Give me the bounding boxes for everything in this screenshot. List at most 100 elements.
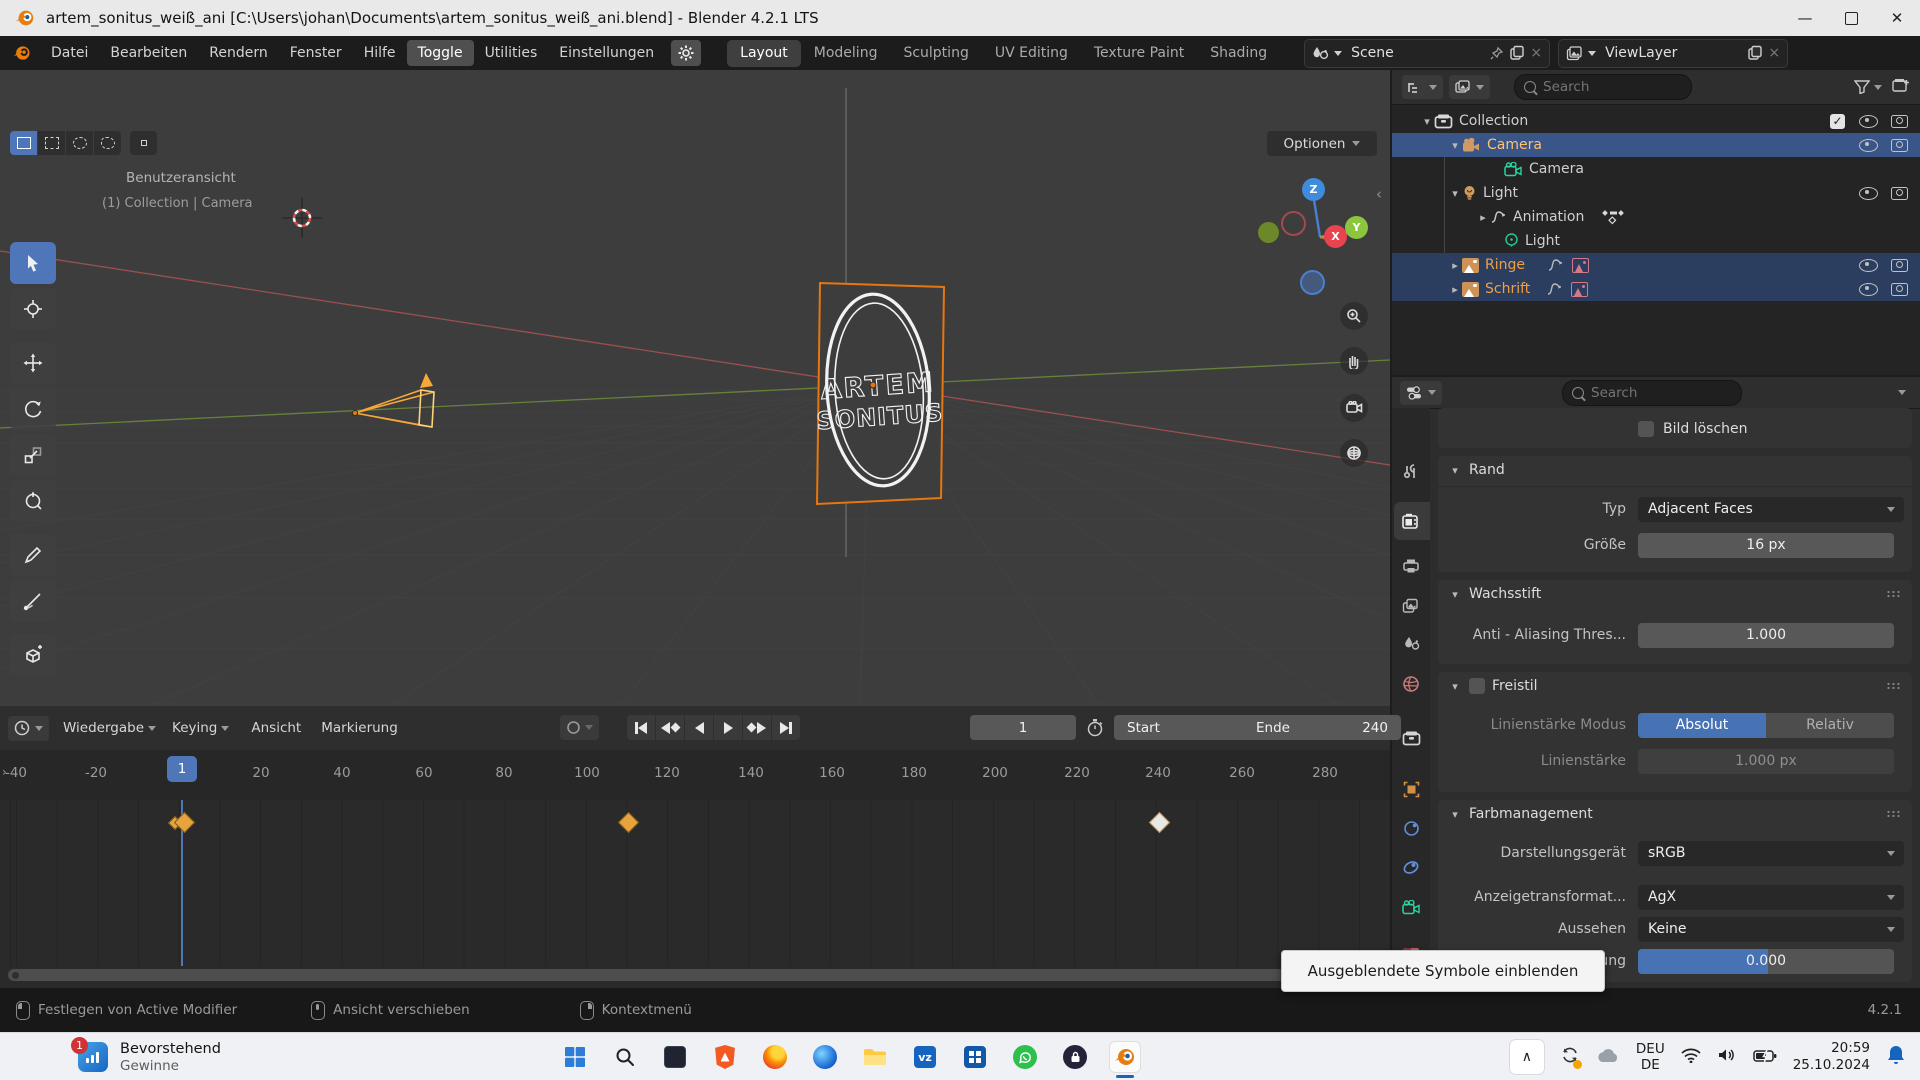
pin-icon[interactable] [1489, 46, 1504, 61]
volume-icon[interactable] [1717, 1047, 1737, 1067]
timeline-menu-wiedergabe[interactable]: Wiedergabe [63, 720, 156, 736]
play-reverse-button[interactable] [685, 715, 713, 740]
exposure-slider[interactable]: 0.000 [1638, 949, 1894, 974]
navigation-gizmo[interactable]: Z X Y [1240, 165, 1390, 315]
outliner-row-light-object[interactable]: ▾ Light [1392, 181, 1920, 205]
tab-scene[interactable] [1399, 631, 1423, 655]
tab-constraints[interactable] [1399, 855, 1423, 879]
clock-tray-item[interactable]: 20:59 25.10.2024 [1793, 1040, 1870, 1074]
menu-fenster[interactable]: Fenster [279, 40, 353, 66]
tab-render[interactable] [1399, 509, 1423, 533]
render-visibility-icon[interactable] [1891, 283, 1908, 296]
firefox-browser-icon[interactable] [760, 1042, 790, 1072]
outliner-filter-button[interactable] [1854, 80, 1882, 94]
outliner-filter-id-type[interactable] [1449, 75, 1490, 99]
outliner-display-mode[interactable] [1402, 75, 1443, 99]
hide-eye-icon[interactable] [1859, 139, 1878, 152]
timeline-ruler[interactable]: -40 -20 20 40 60 80 100 120 140 160 180 … [0, 750, 1390, 800]
aa-threshold-slider[interactable]: 1.000 [1638, 623, 1894, 648]
battery-icon[interactable] [1753, 1048, 1777, 1067]
workspace-tab-modeling[interactable]: Modeling [801, 40, 891, 67]
frame-end-field[interactable]: Ende240 [1243, 715, 1401, 740]
timeline-scrollbar[interactable] [8, 969, 1382, 981]
timeline-editor-selector[interactable] [8, 716, 49, 741]
outliner-row-light-data[interactable]: Light [1392, 229, 1920, 253]
scene-selector[interactable]: Scene × [1304, 39, 1550, 68]
display-device-dropdown[interactable]: sRGB [1638, 841, 1904, 866]
outliner-search-input[interactable]: Search [1514, 74, 1692, 100]
keyframe-marker[interactable] [174, 812, 195, 833]
tab-physics[interactable] [1399, 816, 1423, 840]
tab-object-data[interactable] [1399, 895, 1423, 919]
outliner-row-collection[interactable]: ▾ Collection ✓ [1392, 109, 1920, 133]
tab-output[interactable] [1399, 554, 1423, 578]
ortho-toggle-button[interactable] [1340, 439, 1368, 467]
select-extra-button[interactable] [130, 131, 157, 155]
maximize-button[interactable] [1828, 0, 1874, 36]
look-dropdown[interactable]: Keine [1638, 917, 1904, 942]
file-explorer-folder-icon[interactable] [860, 1042, 890, 1072]
menu-bearbeiten[interactable]: Bearbeiten [99, 40, 198, 66]
menu-datei[interactable]: Datei [40, 40, 99, 66]
hide-eye-icon[interactable] [1859, 187, 1878, 200]
outliner-row-camera-object[interactable]: ▾ Camera [1392, 133, 1920, 157]
outliner-row-camera-data[interactable]: Camera [1392, 157, 1920, 181]
addons-gear-button[interactable] [671, 40, 701, 66]
prev-keyframe-button[interactable] [656, 715, 684, 740]
tool-cursor[interactable] [10, 288, 56, 330]
whatsapp-icon[interactable] [1010, 1042, 1040, 1072]
timeline-menu-keying[interactable]: Keying [172, 720, 229, 736]
select-box-button[interactable] [38, 131, 65, 155]
start-button[interactable] [560, 1042, 590, 1072]
play-button[interactable] [714, 715, 742, 740]
gizmo-x-axis[interactable]: X [1324, 225, 1347, 248]
search-button[interactable] [610, 1042, 640, 1072]
tool-rotate[interactable] [10, 388, 56, 430]
tool-transform[interactable] [10, 480, 56, 522]
gizmo-z-axis[interactable]: Z [1302, 178, 1325, 201]
current-frame-field[interactable]: 1 [970, 715, 1076, 740]
absolut-button[interactable]: Absolut [1638, 713, 1766, 738]
lock-app-icon[interactable] [1060, 1042, 1090, 1072]
gizmo-minus-x-axis[interactable] [1281, 211, 1306, 236]
drag-grip-icon[interactable] [1886, 810, 1902, 818]
jump-to-start-button[interactable] [627, 715, 655, 740]
tab-view-layer[interactable] [1399, 594, 1423, 618]
camera-view-button[interactable] [1340, 394, 1368, 422]
file-explorer-dark-icon[interactable] [660, 1042, 690, 1072]
pan-hand-button[interactable] [1340, 347, 1368, 375]
show-hidden-icons-button[interactable]: ∧ [1510, 1040, 1544, 1074]
minimize-button[interactable]: — [1782, 0, 1828, 36]
menu-rendern[interactable]: Rendern [198, 40, 278, 66]
widgets-button[interactable]: 1 Bevorstehend Gewinne [78, 1040, 221, 1075]
workspace-tab-texture-paint[interactable]: Texture Paint [1081, 40, 1197, 67]
workspace-tab-layout[interactable]: Layout [727, 40, 801, 67]
keyframe-marker[interactable] [618, 812, 639, 833]
autokey-controls[interactable] [560, 715, 599, 740]
freistil-checkbox[interactable] [1469, 678, 1485, 694]
channel-expand-icon[interactable]: › [2, 765, 7, 779]
playhead-frame-badge[interactable]: 1 [167, 756, 197, 782]
language-indicator[interactable]: DEUDE [1636, 1041, 1665, 1073]
menu-hilfe[interactable]: Hilfe [353, 40, 407, 66]
relativ-button[interactable]: Relativ [1766, 713, 1894, 738]
logo-plane-object[interactable]: ARTEM SONITUS [813, 283, 944, 504]
select-circle-button[interactable] [66, 131, 93, 155]
tab-world[interactable] [1399, 672, 1423, 696]
options-dropdown[interactable]: Optionen [1267, 131, 1377, 156]
outliner-row-schrift[interactable]: ▸ Schrift [1392, 277, 1920, 301]
tool-annotate[interactable] [10, 534, 56, 576]
brave-browser-icon[interactable] [710, 1042, 740, 1072]
line-width-slider[interactable]: 1.000 px [1638, 749, 1894, 774]
new-scene-icon[interactable] [1509, 45, 1525, 61]
wifi-icon[interactable] [1681, 1047, 1701, 1067]
outliner-row-animation[interactable]: ▸ Animation [1392, 205, 1920, 229]
properties-options-icon[interactable] [1898, 390, 1906, 395]
keyframe-marker[interactable] [1149, 812, 1170, 833]
render-visibility-icon[interactable] [1891, 187, 1908, 200]
jump-to-end-button[interactable] [772, 715, 800, 740]
vz-app-icon[interactable]: vz [910, 1042, 940, 1072]
render-visibility-icon[interactable] [1891, 259, 1908, 272]
view-transform-dropdown[interactable]: AgX [1638, 885, 1904, 910]
tool-scale[interactable] [10, 434, 56, 476]
